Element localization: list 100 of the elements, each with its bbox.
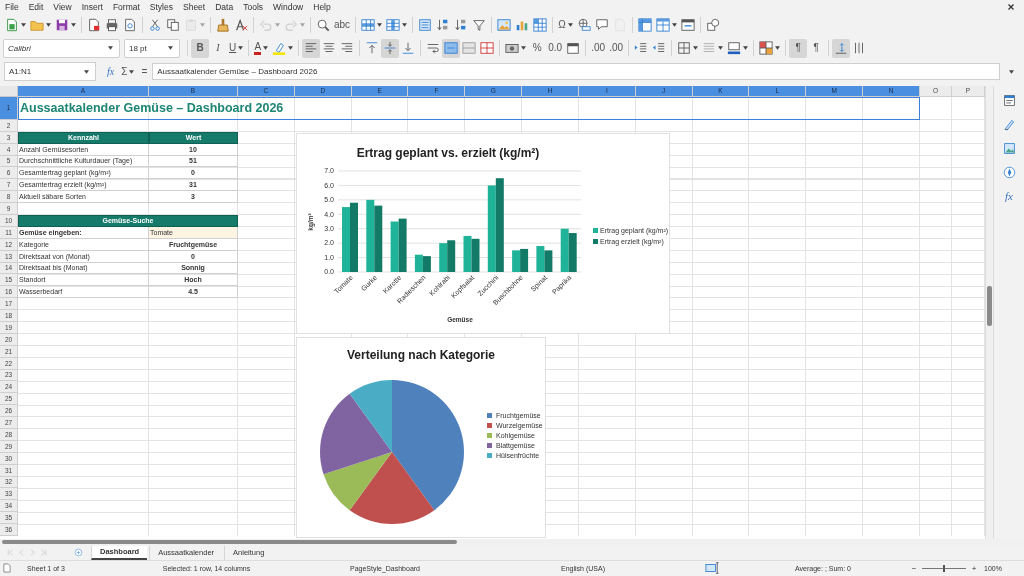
selection-mode-icon[interactable] <box>705 561 719 576</box>
merge-center-button[interactable] <box>442 38 461 58</box>
caret-icon <box>84 69 89 74</box>
freeze-button[interactable] <box>635 15 654 35</box>
pivot-table-button[interactable] <box>531 15 550 35</box>
bar <box>390 221 399 272</box>
caret-icon <box>671 23 677 28</box>
percent-button[interactable]: % <box>528 38 547 58</box>
caret-icon <box>718 46 724 51</box>
bold-button[interactable]: B <box>191 38 209 58</box>
zoom-out-button[interactable]: − <box>908 563 920 573</box>
clear-format-icon <box>234 18 248 33</box>
scrollbar-thumb[interactable] <box>987 285 992 326</box>
caret-icon <box>129 69 135 74</box>
special-character-button[interactable]: Ω <box>556 15 575 35</box>
caret-icon <box>693 46 699 51</box>
redo-icon <box>284 18 298 33</box>
text-wrap-button[interactable] <box>832 38 851 58</box>
sort-icon <box>418 18 433 33</box>
menu-item[interactable]: Format <box>112 2 140 12</box>
functions-button[interactable]: fx <box>1005 189 1013 203</box>
properties-icon[interactable] <box>1002 93 1016 107</box>
folder-icon <box>30 18 44 33</box>
bar <box>544 250 553 272</box>
font-name-field[interactable]: Calibri <box>3 38 120 58</box>
align-left-button[interactable] <box>302 38 321 58</box>
caret-icon <box>46 23 51 28</box>
sheet-title: Aussaatkalender Gemüse – Dashboard 2026 <box>18 96 920 120</box>
text-wrap-icon <box>834 41 849 56</box>
add-sheet-icon[interactable] <box>74 548 83 557</box>
menu-item[interactable]: Styles <box>149 2 173 12</box>
caret-icon <box>567 23 573 28</box>
sum-button[interactable]: Σ <box>119 63 137 81</box>
function-wizard-button[interactable]: fx <box>105 63 117 81</box>
caret-icon <box>402 23 408 28</box>
copy-icon <box>166 18 180 33</box>
formula-input-field[interactable]: Aussaatkalender Gemüse – Dashboard 2026 <box>152 63 1000 81</box>
caret-icon <box>377 23 383 28</box>
wrap-text-icon <box>426 41 441 56</box>
spelling-button[interactable]: abc <box>332 15 353 35</box>
bar <box>471 238 480 272</box>
preview-icon <box>123 18 137 33</box>
name-box[interactable]: A1:N1 <box>4 62 96 82</box>
caret-icon <box>168 46 173 51</box>
left-to-right-button[interactable]: ¶ <box>789 38 808 58</box>
undo-icon <box>259 18 273 33</box>
caret-icon <box>108 46 113 51</box>
caret-icon <box>21 23 26 28</box>
bar <box>520 248 529 272</box>
menu-item[interactable]: Window <box>273 2 304 12</box>
clipboard-icon <box>184 18 198 33</box>
number-format-button[interactable]: 0.0 <box>546 38 565 58</box>
menu-item[interactable]: Tools <box>243 2 263 12</box>
center-vertically-icon <box>383 41 398 56</box>
caret-icon <box>275 23 280 28</box>
font-color-button[interactable]: A <box>252 38 271 58</box>
menu-item[interactable]: File <box>5 2 19 12</box>
conditional-format-button[interactable] <box>757 38 783 58</box>
bar <box>447 240 456 272</box>
spreadsheet-icon <box>5 18 19 33</box>
menu-item[interactable]: Help <box>313 2 331 12</box>
caret-icon <box>238 46 244 51</box>
banknote-icon <box>505 41 520 56</box>
underline-button[interactable]: U <box>227 38 246 58</box>
add-decimal-button[interactable]: .00 <box>589 38 608 58</box>
styles-icon[interactable] <box>1002 117 1016 131</box>
italic-button[interactable]: I <box>209 38 227 58</box>
menu-item[interactable]: Sheet <box>183 2 206 12</box>
delete-decimal-button[interactable]: .00 <box>607 38 626 58</box>
close-icon[interactable] <box>1006 2 1016 12</box>
scissors-icon <box>148 18 162 33</box>
caret-icon <box>521 46 527 51</box>
zoom-in-button[interactable]: + <box>968 563 980 573</box>
split-window-icon <box>655 18 670 33</box>
menu-item[interactable]: Insert <box>81 2 103 12</box>
menu-item[interactable]: Edit <box>28 2 44 12</box>
calendar-icon <box>566 41 581 56</box>
table-column-icon <box>386 18 401 33</box>
caret-icon <box>71 23 76 28</box>
formula-button[interactable]: = <box>139 63 150 81</box>
printer-icon <box>105 18 119 33</box>
caret-icon <box>200 23 205 28</box>
table-icon <box>533 18 548 33</box>
shapes-icon <box>705 18 720 33</box>
bar <box>422 255 431 272</box>
menu-item[interactable]: View <box>53 2 72 12</box>
navigator-icon[interactable] <box>1002 165 1016 179</box>
expand-caret-icon[interactable] <box>1009 69 1014 74</box>
menu-item[interactable]: Data <box>215 2 234 12</box>
paintbrush-icon <box>216 18 230 33</box>
table-row-icon <box>361 18 376 33</box>
merge-cells-icon <box>462 41 477 56</box>
merge-cells-icon <box>444 41 459 56</box>
right-to-left-button[interactable]: ¶ <box>807 38 826 58</box>
bar <box>512 250 521 272</box>
font-size-field[interactable]: 18 pt <box>124 38 180 58</box>
borders-icon <box>677 41 692 56</box>
scrollbar-thumb[interactable] <box>2 540 457 545</box>
center-vertically-button[interactable] <box>381 38 400 58</box>
gallery-icon[interactable] <box>1002 141 1016 155</box>
